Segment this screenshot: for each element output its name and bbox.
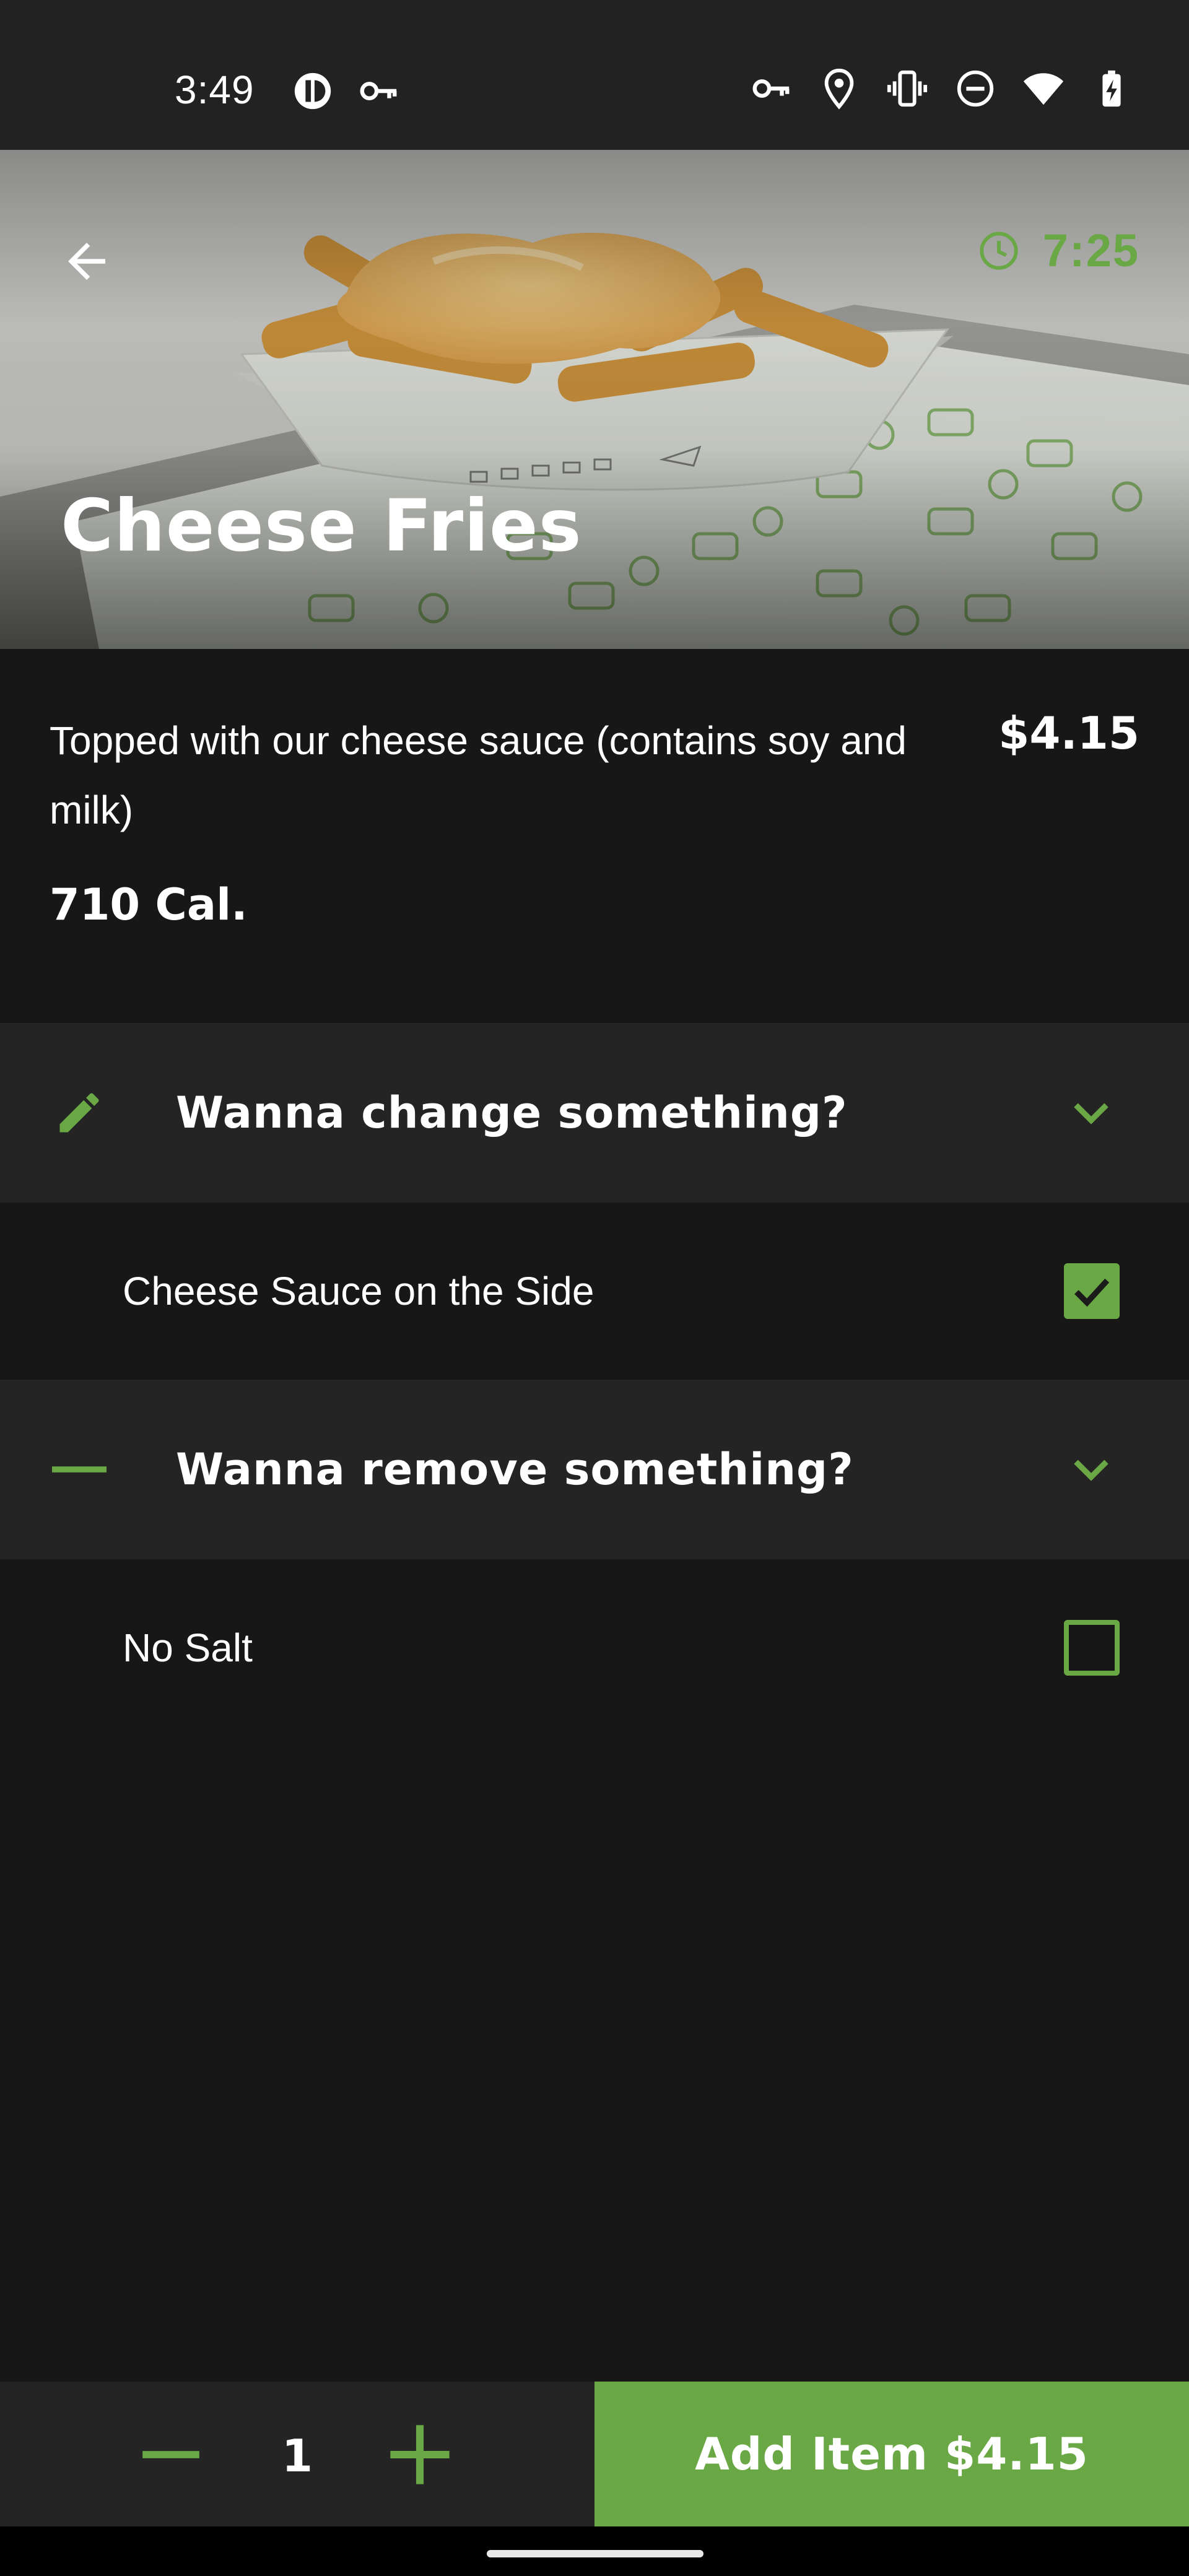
add-item-button[interactable]: Add Item $4.15 (594, 2382, 1189, 2526)
option-cheese-sauce-side[interactable]: Cheese Sauce on the Side (0, 1203, 1189, 1380)
gesture-handle[interactable] (487, 2550, 703, 2557)
system-nav-bar (0, 2526, 1189, 2576)
item-detail-screen: 3:49 7:25 Cheese Fries Topped with our c… (0, 0, 1189, 2576)
checkmark-icon (1074, 1278, 1110, 1307)
do-not-disturb-icon (957, 70, 994, 107)
back-button[interactable] (50, 224, 124, 298)
option-no-salt[interactable]: No Salt (0, 1559, 1189, 1736)
wifi-icon (1023, 73, 1064, 105)
plus-icon (390, 2425, 450, 2484)
checkbox-checked[interactable] (1064, 1263, 1120, 1319)
item-price: $4.15 (998, 707, 1139, 759)
decrease-quantity-button[interactable] (140, 2424, 202, 2486)
section-remove-title: Wanna remove something? (176, 1444, 854, 1495)
option-label: Cheese Sauce on the Side (123, 1269, 594, 1313)
timer-text: 7:25 (1042, 225, 1139, 276)
status-right-icons (749, 67, 1133, 110)
arrow-back-icon (68, 243, 105, 280)
section-change-header[interactable]: Wanna change something? (0, 1023, 1189, 1203)
hero-image: 7:25 Cheese Fries (0, 150, 1189, 649)
increase-quantity-button[interactable] (388, 2422, 452, 2487)
section-remove-header[interactable]: Wanna remove something? (0, 1380, 1189, 1559)
minus-icon (50, 1440, 109, 1499)
chevron-down-icon[interactable] (1061, 1083, 1121, 1142)
app-notification-icon (294, 72, 331, 110)
status-time: 3:49 (175, 67, 255, 112)
status-bar: 3:49 (0, 0, 1189, 150)
prep-timer: 7:25 (977, 224, 1139, 277)
status-left-icons (291, 69, 400, 113)
chevron-down-icon[interactable] (1061, 1440, 1121, 1499)
pencil-icon (50, 1083, 109, 1142)
quantity-stepper: 1 (0, 2382, 594, 2526)
item-description: Topped with our cheese sauce (contains s… (50, 718, 907, 832)
checkbox-unchecked[interactable] (1064, 1620, 1120, 1676)
clock-icon (980, 231, 1018, 270)
bottom-bar: 1 Add Item $4.15 (0, 2382, 1189, 2526)
vibrate-icon (887, 70, 928, 107)
add-item-label: Add Item $4.15 (695, 2428, 1089, 2480)
quantity-value: 1 (281, 2430, 313, 2482)
vpn-key-icon (752, 79, 790, 98)
option-label: No Salt (123, 1625, 253, 1670)
battery-charging-icon (1102, 70, 1121, 107)
vpn-key-icon (360, 82, 397, 100)
item-title: Cheese Fries (61, 484, 582, 568)
item-calories: 710 Cal. (50, 879, 248, 930)
minus-icon (142, 2451, 199, 2458)
section-change-title: Wanna change something? (176, 1087, 848, 1138)
location-icon (824, 68, 854, 110)
